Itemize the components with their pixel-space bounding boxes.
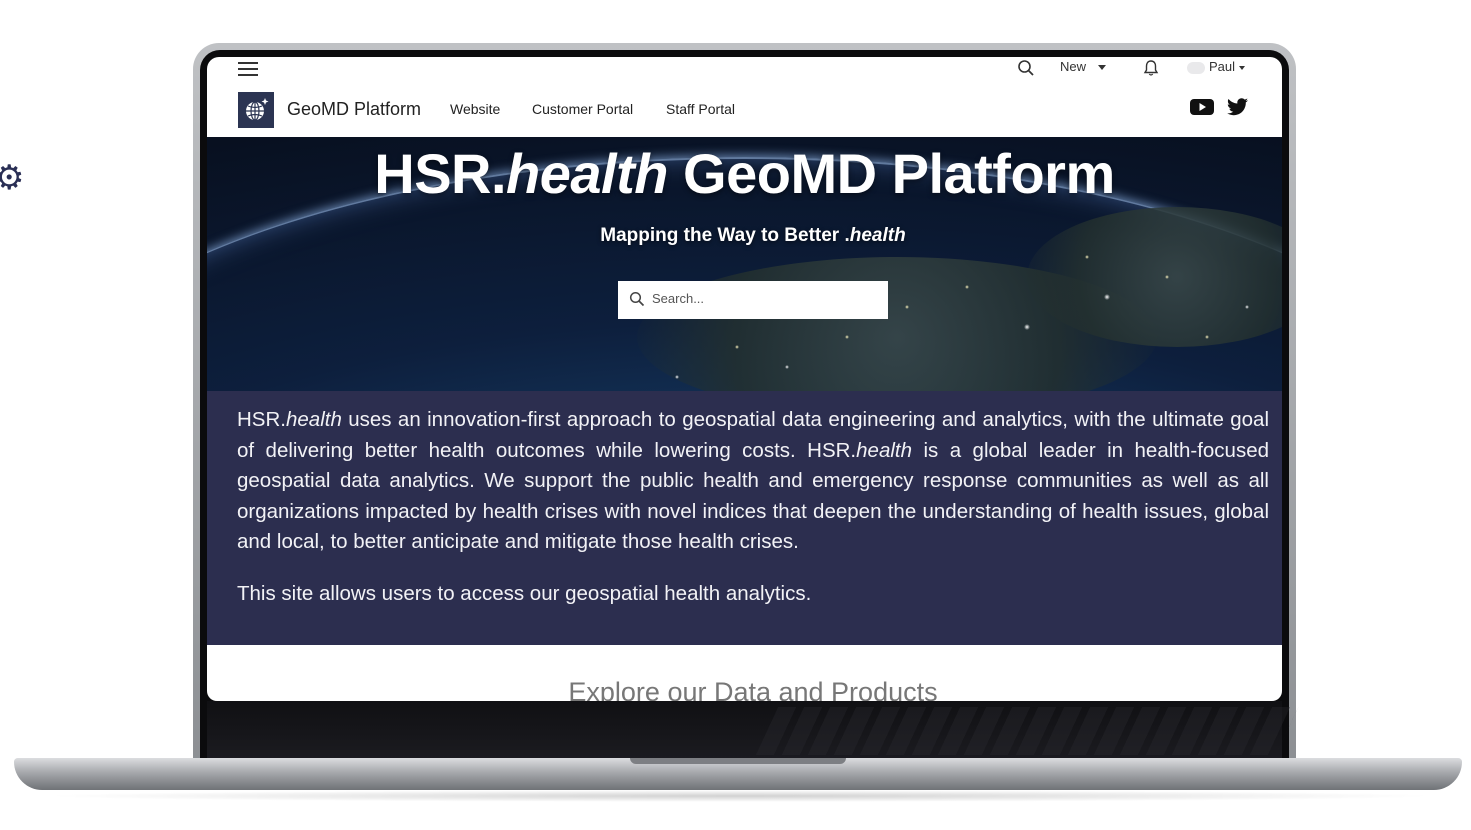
- nav-link-website[interactable]: Website: [450, 101, 500, 117]
- hero-subtitle: Mapping the Way to Better .health: [207, 225, 1282, 247]
- hero-subtitle-italic: health: [849, 225, 906, 246]
- keyboard-reflection: [207, 701, 1282, 759]
- hero-title-prefix: HSR.: [374, 142, 507, 205]
- edge-gear-icon: ⚙: [0, 158, 25, 198]
- laptop-notch: [630, 758, 846, 764]
- hero-subtitle-prefix: Mapping the Way to Better .: [600, 225, 850, 246]
- bell-icon[interactable]: [1143, 59, 1159, 77]
- nav-bar: GeoMD Platform Website Customer Portal S…: [207, 79, 1282, 137]
- hero-title-suffix: GeoMD Platform: [667, 142, 1115, 205]
- nav-link-staff-portal[interactable]: Staff Portal: [666, 101, 735, 117]
- new-dropdown[interactable]: New: [1060, 59, 1107, 74]
- search-icon: [629, 291, 645, 307]
- new-label: New: [1060, 59, 1087, 74]
- chevron-down-icon: [1239, 65, 1246, 70]
- search-icon[interactable]: [1017, 59, 1035, 77]
- user-menu[interactable]: Paul: [1187, 59, 1246, 74]
- avatar: [1187, 61, 1205, 74]
- twitter-icon[interactable]: [1227, 98, 1249, 116]
- laptop-shadow: [40, 790, 1440, 802]
- hero-search-input[interactable]: [650, 290, 874, 307]
- intro-paragraph-access: This site allows users to access our geo…: [237, 582, 812, 605]
- user-name: Paul: [1209, 59, 1236, 74]
- intro-paragraph: HSR.health uses an innovation-first appr…: [237, 405, 1269, 558]
- hero-banner: HSR.health GeoMD Platform Mapping the Wa…: [207, 137, 1282, 391]
- globe-icon: [246, 98, 269, 121]
- laptop-screen: New Paul GeoMD Platform Website Customer…: [207, 57, 1282, 701]
- intro-section: HSR.health uses an innovation-first appr…: [207, 391, 1282, 645]
- hero-title-italic: health: [506, 142, 668, 205]
- youtube-icon[interactable]: [1190, 98, 1214, 116]
- site-logo[interactable]: [238, 92, 274, 128]
- intro-text-italic: health: [856, 438, 912, 462]
- hero-title: HSR.health GeoMD Platform: [207, 141, 1282, 206]
- nav-link-customer-portal[interactable]: Customer Portal: [532, 101, 633, 117]
- hero-search-box[interactable]: [618, 281, 888, 319]
- explore-heading: Explore our Data and Products: [568, 677, 938, 701]
- chevron-down-icon: [1098, 65, 1107, 71]
- menu-icon[interactable]: [238, 62, 258, 76]
- intro-text: HSR.: [237, 408, 286, 431]
- intro-text-italic: health: [285, 408, 342, 431]
- site-name[interactable]: GeoMD Platform: [287, 99, 421, 120]
- utility-bar: New Paul: [207, 57, 1282, 79]
